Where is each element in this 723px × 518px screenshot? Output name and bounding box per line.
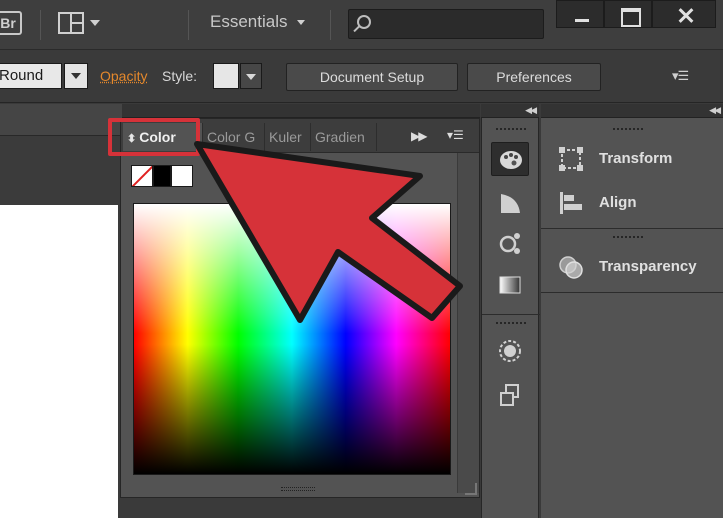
- panel-resize-grip[interactable]: [281, 487, 315, 491]
- color-panel: ⬍ Color Color G Kuler Gradien ▶▶ ▾☰: [120, 118, 480, 498]
- preferences-button[interactable]: Preferences: [467, 63, 601, 91]
- transform-icon: [559, 147, 583, 171]
- arrange-documents-button[interactable]: [58, 11, 104, 35]
- gradient-icon: [499, 276, 521, 294]
- transparency-label: Transparency: [599, 258, 697, 275]
- graphic-style-swatch[interactable]: [213, 63, 239, 89]
- align-panel-button[interactable]: Align: [553, 188, 723, 218]
- none-swatch[interactable]: [131, 165, 153, 187]
- panel-scrollbar[interactable]: [457, 153, 479, 493]
- arrange-documents-icon: [58, 12, 84, 34]
- appearance-icon: [499, 340, 521, 362]
- divider: [330, 10, 331, 40]
- stroke-arrange-icon: [500, 384, 519, 406]
- transform-panel-button[interactable]: Transform: [553, 144, 723, 174]
- chevron-down-icon: [71, 73, 81, 79]
- color-guide-panel-button[interactable]: [491, 226, 529, 260]
- opacity-link[interactable]: Opacity: [100, 68, 147, 84]
- tab-color-guide[interactable]: Color G: [203, 123, 265, 151]
- align-label: Align: [599, 194, 637, 211]
- document-tab-strip: [0, 104, 122, 136]
- divider: [482, 314, 540, 315]
- swatches-panel-button[interactable]: [491, 186, 529, 220]
- gradient-swatch-icon: [501, 194, 520, 213]
- white-swatch[interactable]: [171, 165, 193, 187]
- divider: [541, 228, 723, 229]
- bridge-button[interactable]: Br: [0, 11, 22, 35]
- style-dropdown-button[interactable]: [240, 63, 262, 89]
- chevron-down-icon: [90, 20, 100, 26]
- color-panel-button[interactable]: [491, 142, 529, 176]
- panel-icon-strip: [481, 118, 540, 518]
- canvas-pasteboard: [0, 136, 122, 205]
- application-bar: Br Essentials: [0, 0, 723, 50]
- control-bar-menu-icon[interactable]: ▾☰: [672, 68, 689, 84]
- chevron-down-icon: [297, 20, 306, 26]
- panel-menu-icon[interactable]: ▾☰: [447, 128, 464, 142]
- docked-panels: Transform Align Transparency: [541, 118, 723, 518]
- document-setup-button[interactable]: Document Setup: [286, 63, 458, 91]
- collapse-panels-button[interactable]: ◀◀: [481, 104, 539, 118]
- color-tab-highlight: [108, 118, 200, 156]
- chevron-down-icon: [246, 74, 256, 80]
- minimize-button[interactable]: [556, 0, 604, 28]
- panel-dock-header: [122, 104, 480, 118]
- color-palette-icon: [500, 151, 522, 169]
- workspace-switcher[interactable]: Essentials: [210, 12, 306, 32]
- more-tabs-icon[interactable]: ▶▶: [411, 129, 428, 143]
- brush-definition-field[interactable]: Round: [0, 63, 62, 89]
- control-bar: Round Opacity Style: Document Setup Pref…: [0, 51, 723, 103]
- color-spectrum[interactable]: [133, 203, 451, 475]
- workspace-label: Essentials: [210, 12, 288, 31]
- divider: [188, 10, 189, 40]
- black-swatch[interactable]: [153, 165, 171, 187]
- tab-kuler[interactable]: Kuler: [265, 123, 311, 151]
- brush-dropdown-button[interactable]: [64, 63, 88, 89]
- transparency-icon: [559, 256, 583, 279]
- app-window: { "app": { "bridge_badge": "Br", "worksp…: [0, 0, 723, 518]
- divider: [541, 292, 723, 293]
- collapse-panels-button[interactable]: ◀◀: [541, 104, 723, 118]
- stroke-panel-button[interactable]: [491, 378, 529, 412]
- color-guide-icon: [499, 233, 520, 254]
- transform-label: Transform: [599, 150, 673, 167]
- close-button[interactable]: [652, 0, 716, 28]
- drag-grip[interactable]: [613, 236, 643, 239]
- drag-grip[interactable]: [496, 128, 526, 131]
- appearance-panel-button[interactable]: [491, 334, 529, 368]
- drag-grip[interactable]: [613, 128, 643, 131]
- gradient-panel-button[interactable]: [491, 268, 529, 302]
- maximize-button[interactable]: [604, 0, 652, 28]
- transparency-panel-button[interactable]: Transparency: [553, 252, 723, 282]
- tab-gradient[interactable]: Gradien: [311, 123, 377, 151]
- resize-corner[interactable]: [465, 483, 477, 495]
- search-icon: [357, 15, 371, 29]
- artboard[interactable]: [0, 205, 118, 518]
- align-icon: [560, 192, 582, 214]
- drag-grip[interactable]: [496, 322, 526, 325]
- style-label: Style:: [162, 68, 198, 84]
- search-input[interactable]: [348, 9, 544, 39]
- divider: [40, 10, 41, 40]
